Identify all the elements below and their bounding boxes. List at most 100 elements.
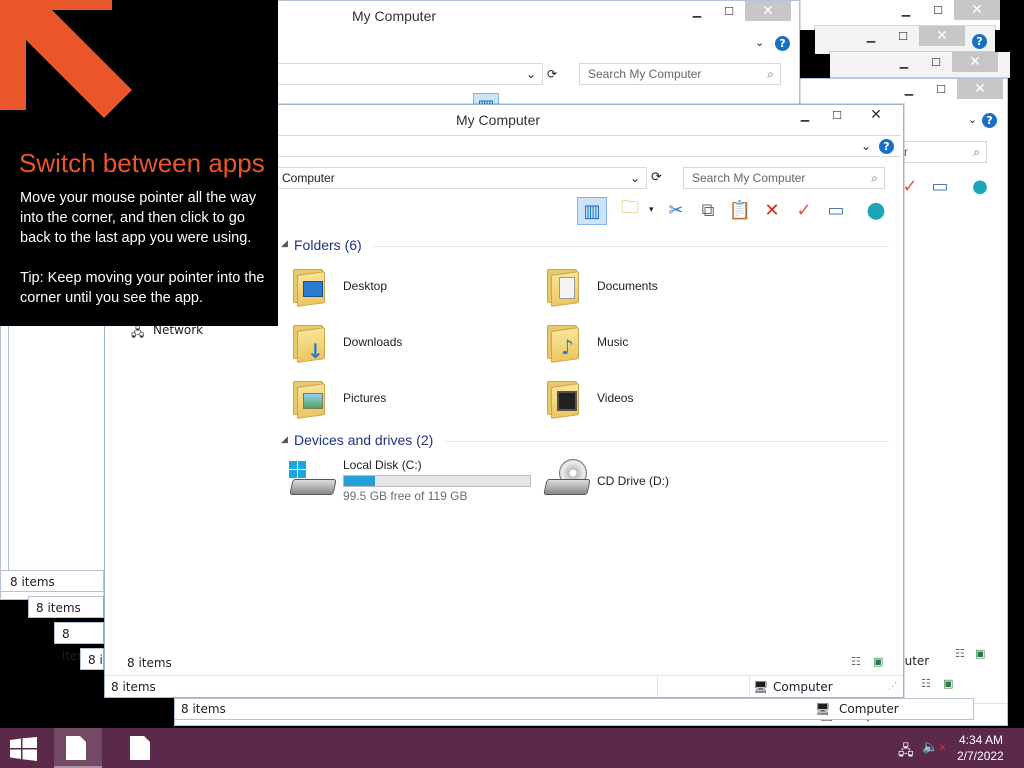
minimize-button[interactable]: ▁ (681, 1, 713, 21)
folder-desktop-label[interactable]: Desktop (343, 279, 387, 293)
dropdown-arrow-icon[interactable]: ▾ (649, 205, 654, 215)
help-icon[interactable]: ? (972, 34, 987, 49)
search-icon: ⌕ (973, 145, 980, 159)
chevron-down-icon[interactable]: ⌄ (526, 64, 536, 84)
maximize-button[interactable]: ☐ (887, 26, 919, 46)
folder-pictures-icon (291, 377, 327, 419)
help-icon[interactable]: ? (879, 139, 894, 154)
close-button[interactable]: ✕ (954, 0, 1000, 20)
address-bar[interactable]: ⌄ (271, 63, 543, 85)
rename-icon[interactable]: ▭ (927, 173, 953, 199)
folder-desktop-icon (291, 265, 327, 307)
bg-window-4[interactable]: ▁ ☐ ✕ ? (815, 26, 995, 54)
volume-muted-icon[interactable]: 🔈✕ (922, 740, 947, 755)
minimize-button[interactable]: ▁ (855, 26, 887, 46)
taskbar-app-2[interactable] (118, 728, 166, 768)
search-placeholder: Search My Computer (692, 171, 806, 185)
bg-window-status[interactable]: 8 items (28, 596, 104, 618)
copy-icon[interactable]: ⧉ (695, 197, 721, 223)
computer-icon: 🖥 (753, 680, 769, 694)
minimize-button[interactable]: ▁ (789, 105, 821, 125)
minimize-button[interactable]: ▁ (888, 52, 920, 72)
close-button[interactable]: ✕ (919, 26, 965, 46)
maximize-button[interactable]: ☐ (821, 105, 853, 125)
address-text: Computer (282, 171, 335, 185)
chevron-down-icon[interactable]: ⌄ (968, 113, 977, 126)
check-icon[interactable]: ✓ (791, 197, 817, 223)
folder-downloads-label[interactable]: Downloads (343, 335, 402, 349)
close-button[interactable]: ✕ (745, 1, 791, 21)
network-icon[interactable]: 🖧 (898, 740, 914, 764)
bg-window-status[interactable]: 8 items (0, 570, 104, 592)
paste-icon[interactable]: 📋 (727, 197, 753, 223)
status-items-count: 8 i (88, 653, 103, 667)
hard-drive-icon (289, 461, 337, 501)
folder-music-label[interactable]: Music (597, 335, 628, 349)
clock-date[interactable]: 2/7/2022 (957, 749, 1004, 763)
preview-pane-icon[interactable]: ▥ (577, 197, 607, 225)
folder-documents-label[interactable]: Documents (597, 279, 658, 293)
refresh-icon[interactable]: ⟳ (547, 67, 557, 81)
close-button[interactable]: ✕ (957, 79, 1003, 99)
drive-c-label[interactable]: Local Disk (C:) (343, 458, 422, 472)
properties-folder-icon[interactable]: 🗀 (617, 197, 643, 223)
bg-window-status[interactable]: 8 i (80, 648, 104, 670)
group-divider (445, 441, 889, 442)
folder-downloads-icon: ↓ (291, 321, 327, 363)
maximize-button[interactable]: ☐ (920, 52, 952, 72)
maximize-button[interactable]: ☐ (922, 0, 954, 20)
address-bar[interactable]: Computer ⌄ (277, 167, 647, 189)
large-icons-view-icon[interactable]: ▣ (975, 647, 985, 660)
arrow-up-left-icon (0, 0, 132, 118)
chevron-down-icon[interactable]: ⌄ (630, 168, 640, 188)
delete-icon[interactable]: ✕ (759, 197, 785, 223)
help-icon[interactable]: ? (775, 36, 790, 51)
shell-icon[interactable]: ● (863, 197, 889, 223)
tip-body: Move your mouse pointer all the way into… (20, 190, 257, 246)
collapse-icon[interactable]: ◢ (281, 239, 288, 249)
drive-c-usage-fill (344, 476, 375, 486)
collapse-icon[interactable]: ◢ (281, 435, 288, 445)
bg-window-status[interactable]: 8 items 🖥 Computer (174, 698, 974, 720)
search-input[interactable]: r ⌕ (895, 141, 987, 163)
bg-window-status[interactable]: 8 items (54, 622, 104, 663)
search-input[interactable]: Search My Computer ⌕ (579, 63, 781, 85)
close-button[interactable]: ✕ (853, 105, 899, 125)
folders-group-header[interactable]: Folders (6) (294, 237, 362, 253)
maximize-button[interactable]: ☐ (713, 1, 745, 21)
shell-icon[interactable]: ● (967, 173, 993, 199)
chevron-down-icon[interactable]: ⌄ (861, 136, 871, 156)
tip-hint: Tip: Keep moving your pointer into the c… (20, 270, 265, 306)
details-view-icon[interactable]: ☷ (851, 655, 861, 668)
details-view-icon[interactable]: ☷ (955, 647, 965, 660)
minimize-button[interactable]: ▁ (893, 79, 925, 99)
document-icon (66, 736, 86, 760)
tip-title: Switch between apps (19, 148, 265, 178)
rename-icon[interactable]: ▭ (823, 197, 849, 223)
search-input[interactable]: Search My Computer ⌕ (683, 167, 885, 189)
cut-icon[interactable]: ✂ (663, 197, 689, 223)
bg-window-3[interactable]: ▁ ☐ ✕ (830, 52, 1010, 78)
status-location: Computer (773, 680, 833, 694)
status-items-count: 8 items (36, 601, 81, 615)
drive-c-usage-bar (343, 475, 531, 487)
refresh-icon[interactable]: ⟳ (651, 170, 662, 185)
close-button[interactable]: ✕ (952, 52, 998, 72)
clock-time[interactable]: 4:34 AM (959, 733, 1003, 747)
drive-d-label[interactable]: CD Drive (D:) (597, 474, 669, 488)
resize-grip-icon[interactable]: ⋰ (888, 676, 897, 697)
folder-pictures-label[interactable]: Pictures (343, 391, 386, 405)
minimize-button[interactable]: ▁ (890, 0, 922, 20)
start-button[interactable] (10, 737, 38, 761)
tip-panel: Switch between apps Move your mouse poin… (0, 0, 278, 326)
folder-videos-label[interactable]: Videos (597, 391, 633, 405)
drives-group-header[interactable]: Devices and drives (2) (294, 432, 433, 448)
chevron-down-icon[interactable]: ⌄ (755, 36, 764, 49)
large-icons-view-icon[interactable]: ▣ (873, 655, 883, 668)
maximize-button[interactable]: ☐ (925, 79, 957, 99)
status-location: Computer (839, 702, 899, 716)
details-view-icon[interactable]: ☷ (921, 677, 931, 690)
help-icon[interactable]: ? (982, 113, 997, 128)
taskbar-app-1[interactable] (54, 728, 102, 768)
large-icons-view-icon[interactable]: ▣ (943, 677, 953, 690)
